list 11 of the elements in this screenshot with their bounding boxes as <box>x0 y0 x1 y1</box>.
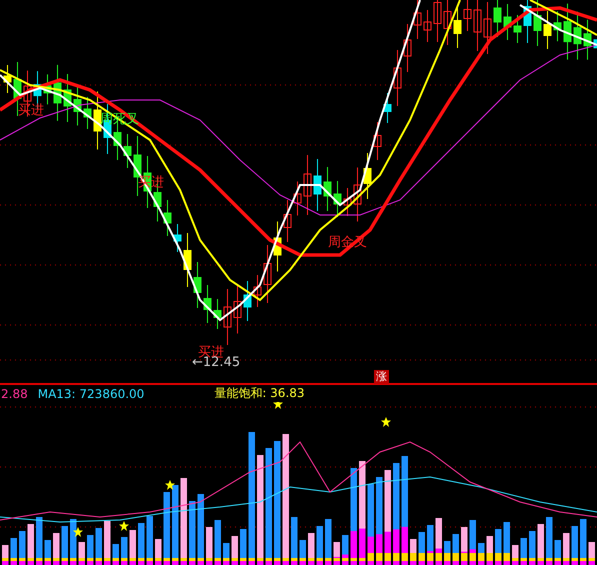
star-marker <box>119 521 129 531</box>
golden-cross-label: 周金叉 <box>328 236 367 250</box>
indicator-value: 2.88 <box>1 386 28 400</box>
rise-badge: 涨 <box>374 370 389 384</box>
indicator-value: 量能饱和: 36.83 <box>214 385 305 402</box>
star-marker <box>73 527 83 537</box>
star-marker <box>273 402 283 409</box>
star-marker <box>381 417 391 427</box>
low-price-label: ←12.45 <box>192 356 240 370</box>
star-marker <box>165 480 175 490</box>
indicator-value: MA13: 723860.00 <box>38 386 144 400</box>
